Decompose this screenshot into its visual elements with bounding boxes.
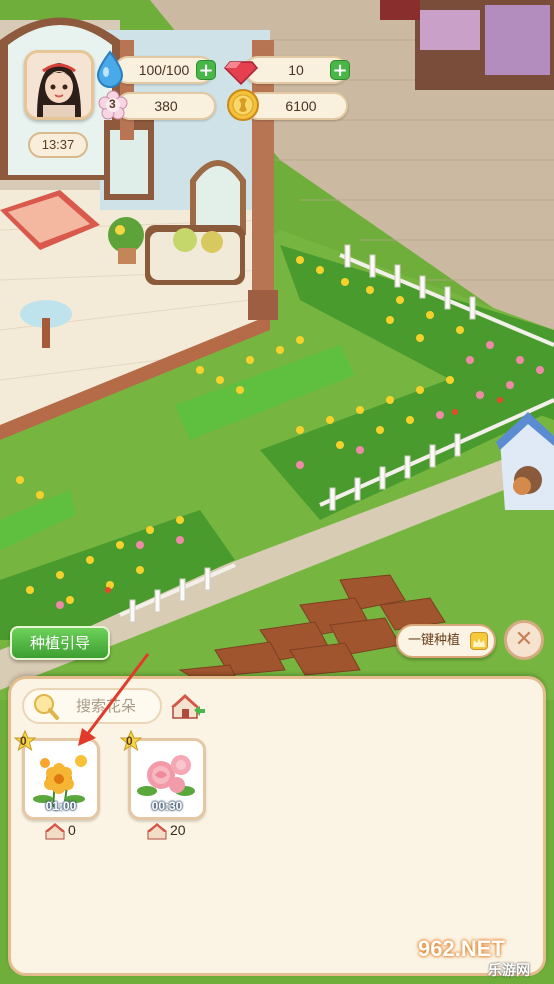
watermark-sub: 乐游网 xyxy=(488,962,530,978)
coin-icon xyxy=(227,89,259,121)
add-water-button[interactable]: + xyxy=(196,60,216,80)
gem-icon xyxy=(224,61,258,86)
site-watermark: 962.NET 乐游网 xyxy=(418,936,548,980)
seed-level: 0 xyxy=(20,734,27,748)
house-icon[interactable] xyxy=(170,692,206,722)
close-icon: ✕ xyxy=(514,627,534,652)
tutorial-arrow xyxy=(78,653,150,746)
water-drop-icon xyxy=(96,50,124,88)
close-button[interactable]: ✕ xyxy=(504,620,544,660)
add-gem-button[interactable]: + xyxy=(330,60,350,80)
flower-level: 3 xyxy=(109,97,116,111)
avatar-portrait xyxy=(27,53,91,117)
grow-timer: 00:30 xyxy=(151,799,183,813)
seed-cost: 20 xyxy=(170,822,186,838)
search-icon xyxy=(34,694,59,720)
house-cost-icon xyxy=(147,823,167,840)
plant-all-label: 一键种植 xyxy=(408,633,461,648)
house-cost-icon xyxy=(45,823,65,840)
crown-icon xyxy=(470,632,488,650)
gem-value: 10 xyxy=(288,62,304,78)
water-value: 100/100 xyxy=(138,62,190,78)
grow-timer: 01:00 xyxy=(45,799,77,813)
seed-cost: 0 xyxy=(68,822,76,838)
flower-counter: 380 xyxy=(116,92,216,120)
flower-value: 380 xyxy=(154,98,178,114)
game-clock: 13:37 xyxy=(28,132,88,158)
player-avatar[interactable] xyxy=(24,50,94,120)
game-scene[interactable]: 13:37 100/100 + 10 + 380 3 6100 种植引导 一键种… xyxy=(0,0,554,984)
plant-all-button[interactable]: 一键种植 xyxy=(396,624,496,658)
coin-value: 6100 xyxy=(285,98,317,114)
flower-level-icon: 3 xyxy=(98,90,128,120)
watermark-brand: 962.NET xyxy=(418,936,505,961)
